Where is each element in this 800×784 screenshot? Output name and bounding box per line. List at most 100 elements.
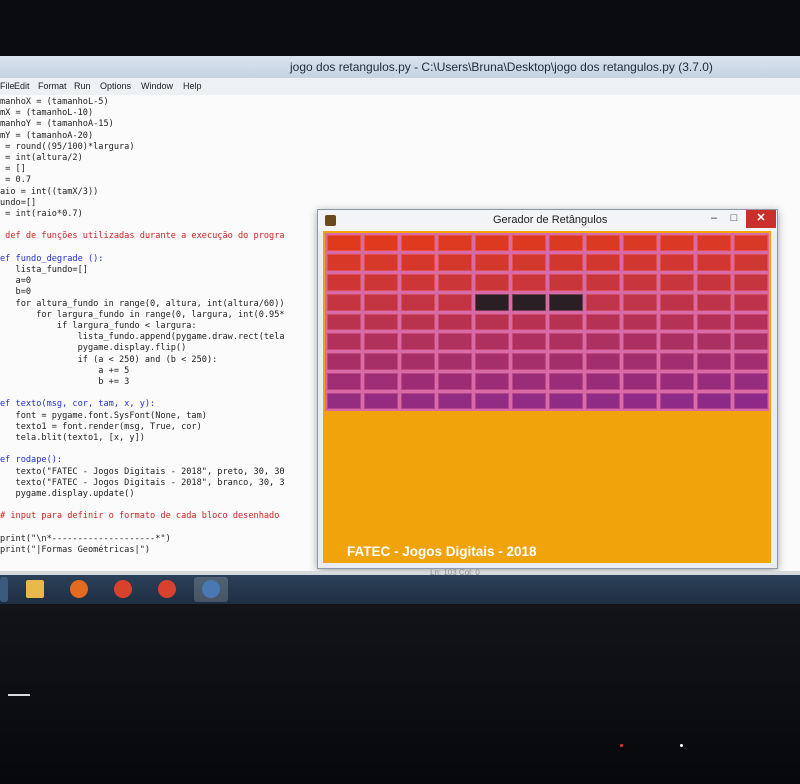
brick [437,234,472,252]
brick [585,293,620,311]
bezel-reflection [8,694,30,696]
brick [659,333,694,351]
code-line[interactable]: ef fundo_degrade (): [0,253,330,265]
brick [400,333,435,351]
code-line[interactable]: = int(raio*0.7) [0,208,330,220]
brick [585,392,620,410]
menu-help[interactable]: Help [183,78,202,95]
taskbar-item-python[interactable] [194,577,228,602]
brick [437,333,472,351]
code-line[interactable]: a=0 [0,275,330,287]
brick [474,372,509,390]
brick [622,293,657,311]
menu-run[interactable]: Run [74,78,91,95]
code-line[interactable]: ef texto(msg, cor, tam, x, y): [0,398,330,410]
brick [733,254,768,272]
code-line[interactable]: = 0.7 [0,174,330,186]
brick [696,293,731,311]
taskbar-item-firefox[interactable] [62,577,96,602]
code-line[interactable] [0,387,330,399]
window-title: jogo dos retangulos.py - C:\Users\Bruna\… [290,60,713,74]
code-line[interactable]: print("|Formas Geométricas|") [0,544,330,556]
footer-text: FATEC - Jogos Digitais - 2018 [347,544,537,559]
code-line[interactable]: b += 3 [0,376,330,388]
code-line[interactable] [0,219,330,231]
brick [659,313,694,331]
brick [363,353,398,370]
code-line[interactable] [0,522,330,534]
code-line[interactable]: texto1 = font.render(msg, True, cor) [0,421,330,433]
brick [511,274,546,291]
code-line[interactable]: manhoY = (tamanhoA-15) [0,118,330,130]
code-line[interactable]: font = pygame.font.SysFont(None, tam) [0,410,330,422]
brick [511,313,546,331]
code-line[interactable]: undo=[] [0,197,330,209]
code-line[interactable]: lista_fundo.append(pygame.draw.rect(tela [0,331,330,343]
minimize-button[interactable]: – [706,210,722,228]
code-line[interactable]: pygame.display.flip() [0,342,330,354]
python-icon [202,580,220,598]
code-line[interactable]: if (a < 250) and (b < 250): [0,354,330,366]
code-line[interactable]: if largura_fundo < largura: [0,320,330,332]
brick [363,392,398,410]
brick [437,392,472,410]
brick [548,254,583,272]
brick [585,353,620,370]
brick [585,372,620,390]
menu-edit[interactable]: Edit [14,78,30,95]
code-line[interactable]: lista_fundo=[] [0,264,330,276]
code-line[interactable]: = round((95/100)*largura) [0,141,330,153]
maximize-button[interactable]: □ [726,210,742,228]
code-line[interactable]: mY = (tamanhoA-20) [0,130,330,142]
code-line[interactable]: texto("FATEC - Jogos Digitais - 2018", b… [0,477,330,489]
brick [363,274,398,291]
game-window[interactable]: Gerador de Retângulos – □ ✕ FATEC - Jogo… [317,209,778,569]
code-line[interactable]: manhoX = (tamanhoL-5) [0,96,330,108]
game-canvas[interactable]: FATEC - Jogos Digitais - 2018 [323,231,771,563]
code-line[interactable]: a += 5 [0,365,330,377]
brick [363,293,398,311]
brick [474,392,509,410]
code-line[interactable] [0,499,330,511]
code-line[interactable]: def de funções utilizadas durante a exec… [0,230,330,242]
menu-format[interactable]: Format [38,78,67,95]
brick [400,254,435,272]
code-line[interactable]: texto("FATEC - Jogos Digitais - 2018", p… [0,466,330,478]
code-line[interactable]: b=0 [0,286,330,298]
code-line[interactable]: print("\n*--------------------*") [0,533,330,545]
brick [696,234,731,252]
brick [437,254,472,272]
brick [400,234,435,252]
brick [696,274,731,291]
code-line[interactable]: pygame.display.update() [0,488,330,500]
brick [326,372,361,390]
code-line[interactable]: = int(altura/2) [0,152,330,164]
monitor-bezel [0,604,800,784]
menu-file[interactable]: File [0,78,15,95]
code-line[interactable]: = [] [0,163,330,175]
taskbar-item-file-explorer[interactable] [18,577,52,602]
brick [474,254,509,272]
brick [474,333,509,351]
close-button[interactable]: ✕ [746,210,776,228]
brick [437,293,472,311]
code-line[interactable]: for altura_fundo in range(0, altura, int… [0,298,330,310]
code-line[interactable] [0,443,330,455]
menu-window[interactable]: Window [141,78,173,95]
code-line[interactable] [0,242,330,254]
code-line[interactable]: for largura_fundo in range(0, largura, i… [0,309,330,321]
brick [733,372,768,390]
status-led [680,744,683,747]
brick [733,313,768,331]
code-line[interactable]: # input para definir o formato de cada b… [0,510,330,522]
code-line[interactable]: tela.blit(texto1, [x, y]) [0,432,330,444]
brick [400,392,435,410]
game-window-title-bar[interactable]: Gerador de Retângulos – □ ✕ [318,210,777,231]
taskbar-item-chrome[interactable] [150,577,184,602]
start-button[interactable] [0,577,8,602]
taskbar-item-chrome[interactable] [106,577,140,602]
code-line[interactable]: ef rodape(): [0,454,330,466]
code-line[interactable]: aio = int((tamX/3)) [0,186,330,198]
menu-options[interactable]: Options [100,78,131,95]
code-line[interactable]: mX = (tamanhoL-10) [0,107,330,119]
